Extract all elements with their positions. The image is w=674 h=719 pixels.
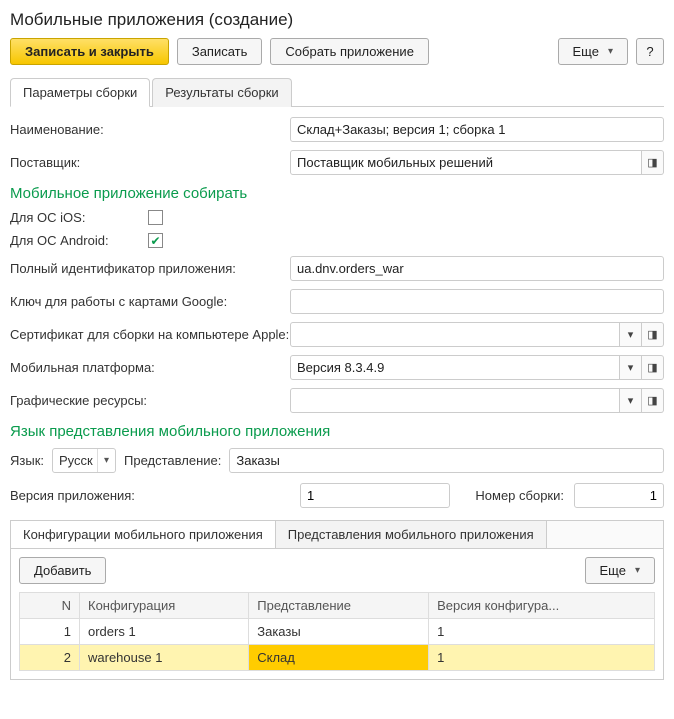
vendor-label: Поставщик: [10,155,290,170]
main-toolbar: Записать и закрыть Записать Собрать прил… [10,38,664,65]
chevron-down-icon[interactable]: ▾ [620,388,642,413]
build-section-header: Мобильное приложение собирать [10,185,664,202]
ios-checkbox[interactable] [148,210,163,225]
gkey-input[interactable] [290,289,664,314]
configs-panel: Конфигурации мобильного приложения Предс… [10,520,664,680]
cell-ver: 1 [429,619,655,645]
cell-repr: Заказы [249,619,429,645]
tab-configs[interactable]: Конфигурации мобильного приложения [11,521,276,548]
lang-label: Язык: [10,453,44,468]
ios-label: Для ОС iOS: [10,210,148,225]
col-repr[interactable]: Представление [249,593,429,619]
table-row[interactable]: 1 orders 1 Заказы 1 [20,619,655,645]
open-icon[interactable]: ◨ [642,355,664,380]
buildno-label: Номер сборки: [475,488,564,503]
tab-representations[interactable]: Представления мобильного приложения [276,521,547,548]
graphics-input[interactable] [290,388,620,413]
android-checkbox[interactable] [148,233,163,248]
tab-build-results[interactable]: Результаты сборки [152,78,291,107]
vendor-input[interactable] [290,150,642,175]
tab-build-params[interactable]: Параметры сборки [10,78,150,107]
col-n[interactable]: N [20,593,80,619]
page-title: Мобильные приложения (создание) [10,10,664,30]
appid-input[interactable] [290,256,664,281]
repr-label: Представление: [124,453,221,468]
inner-more-button[interactable]: Еще [585,557,655,584]
lang-value: Русск [53,449,97,472]
build-app-button[interactable]: Собрать приложение [270,38,429,65]
col-config[interactable]: Конфигурация [80,593,249,619]
add-button[interactable]: Добавить [19,557,106,584]
open-icon[interactable]: ◨ [642,150,664,175]
more-button[interactable]: Еще [558,38,628,65]
appid-label: Полный идентификатор приложения: [10,261,290,276]
gkey-label: Ключ для работы с картами Google: [10,294,290,309]
cell-repr: Склад [249,645,429,671]
open-icon[interactable]: ◨ [642,388,664,413]
chevron-down-icon[interactable]: ▾ [97,449,115,472]
cell-config: warehouse 1 [80,645,249,671]
lang-select[interactable]: Русск ▾ [52,448,116,473]
applecert-input[interactable] [290,322,620,347]
cell-n: 1 [20,619,80,645]
chevron-down-icon[interactable]: ▾ [620,322,642,347]
version-label: Версия приложения: [10,488,290,503]
inner-more-label: Еще [600,563,626,578]
platform-label: Мобильная платформа: [10,360,290,375]
col-ver[interactable]: Версия конфигура... [429,593,655,619]
graphics-label: Графические ресурсы: [10,393,290,408]
main-tabs: Параметры сборки Результаты сборки [10,77,664,107]
help-button[interactable]: ? [636,38,664,65]
repr-input[interactable] [229,448,664,473]
save-button[interactable]: Записать [177,38,263,65]
version-input[interactable] [300,483,450,508]
applecert-label: Сертификат для сборки на компьютере Appl… [10,327,290,342]
cell-config: orders 1 [80,619,249,645]
name-input[interactable] [290,117,664,142]
save-close-button[interactable]: Записать и закрыть [10,38,169,65]
lang-section-header: Язык представления мобильного приложения [10,423,664,440]
platform-input[interactable] [290,355,620,380]
more-button-label: Еще [573,44,599,59]
cell-ver: 1 [429,645,655,671]
open-icon[interactable]: ◨ [642,322,664,347]
table-row[interactable]: 2 warehouse 1 Склад 1 [20,645,655,671]
chevron-down-icon[interactable]: ▾ [620,355,642,380]
buildno-input[interactable] [574,483,664,508]
form-area: Наименование: Поставщик: ◨ Мобильное при… [10,107,664,690]
name-label: Наименование: [10,122,290,137]
cell-n: 2 [20,645,80,671]
configs-table: N Конфигурация Представление Версия конф… [19,592,655,671]
android-label: Для ОС Android: [10,233,148,248]
